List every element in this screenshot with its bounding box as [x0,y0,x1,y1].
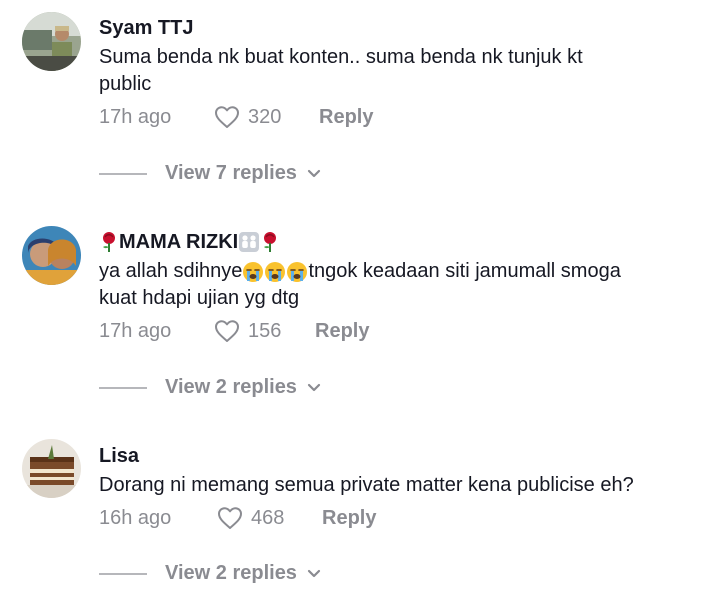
like-button[interactable]: 156 [214,319,315,343]
reply-button[interactable]: Reply [322,507,376,530]
like-count: 468 [251,506,285,529]
view-replies-label: View 2 replies [165,562,297,584]
divider-line [99,572,147,575]
view-replies-button[interactable]: View 2 replies [99,562,321,585]
username[interactable]: MAMA RIZKI [99,230,700,254]
comment-text-line: ya allah sdihnye tngok keadaan siti jamu… [99,258,700,285]
comment-text-line: public [99,73,152,95]
comment-meta: 16h ago 468 Reply [99,503,700,533]
comment-text-line: Suma benda nk buat konten.. suma benda n… [99,46,583,68]
heart-outline-icon [215,320,239,342]
chevron-down-icon [307,569,321,577]
divider-line [99,172,147,175]
rose-emoji [264,232,277,252]
view-replies-label: View 7 replies [165,162,297,184]
like-button[interactable]: 320 [214,105,319,129]
heart-outline-icon [218,507,242,529]
chevron-down-icon [307,383,321,391]
reply-button[interactable]: Reply [319,106,373,129]
heart-outline-icon [215,106,239,128]
reply-button[interactable]: Reply [315,320,369,343]
timestamp: 16h ago [99,506,172,529]
chevron-down-icon [307,169,321,177]
username[interactable]: Syam TTJ [99,16,700,40]
avatar[interactable] [22,12,81,71]
family-emoji [239,232,260,252]
like-count: 320 [248,105,282,128]
loudly-crying-face-emoji [243,261,264,282]
comment-text-part: tngok keadaan siti jamumall smoga [308,260,621,282]
comment-meta: 17h ago 156 Reply [99,316,700,346]
comment-text: Dorang ni memang semua private matter ke… [99,472,700,499]
loudly-crying-face-emoji [265,261,286,282]
avatar[interactable] [22,439,81,498]
like-button[interactable]: 468 [217,506,322,530]
comment-text: Suma benda nk buat konten.. suma benda n… [99,44,700,98]
loudly-crying-face-emoji [287,261,308,282]
username-label: MAMA RIZKI [119,231,239,253]
rose-emoji [103,232,115,252]
comment-text-line: Dorang ni memang semua private matter ke… [99,474,634,496]
timestamp: 17h ago [99,105,172,128]
comment-meta: 17h ago 320 Reply [99,102,700,132]
view-replies-label: View 2 replies [165,376,297,398]
comment-text-line: kuat hdapi ujian yg dtg [99,287,300,309]
view-replies-button[interactable]: View 7 replies [99,162,321,185]
comment-text: ya allah sdihnye tngok keadaan siti jamu… [99,258,700,312]
username[interactable]: Lisa [99,444,700,468]
comment-text-part: ya allah sdihnye [99,260,243,282]
like-count: 156 [248,319,282,342]
view-replies-button[interactable]: View 2 replies [99,376,321,399]
timestamp: 17h ago [99,319,172,342]
divider-line [99,386,147,389]
avatar[interactable] [22,226,81,285]
